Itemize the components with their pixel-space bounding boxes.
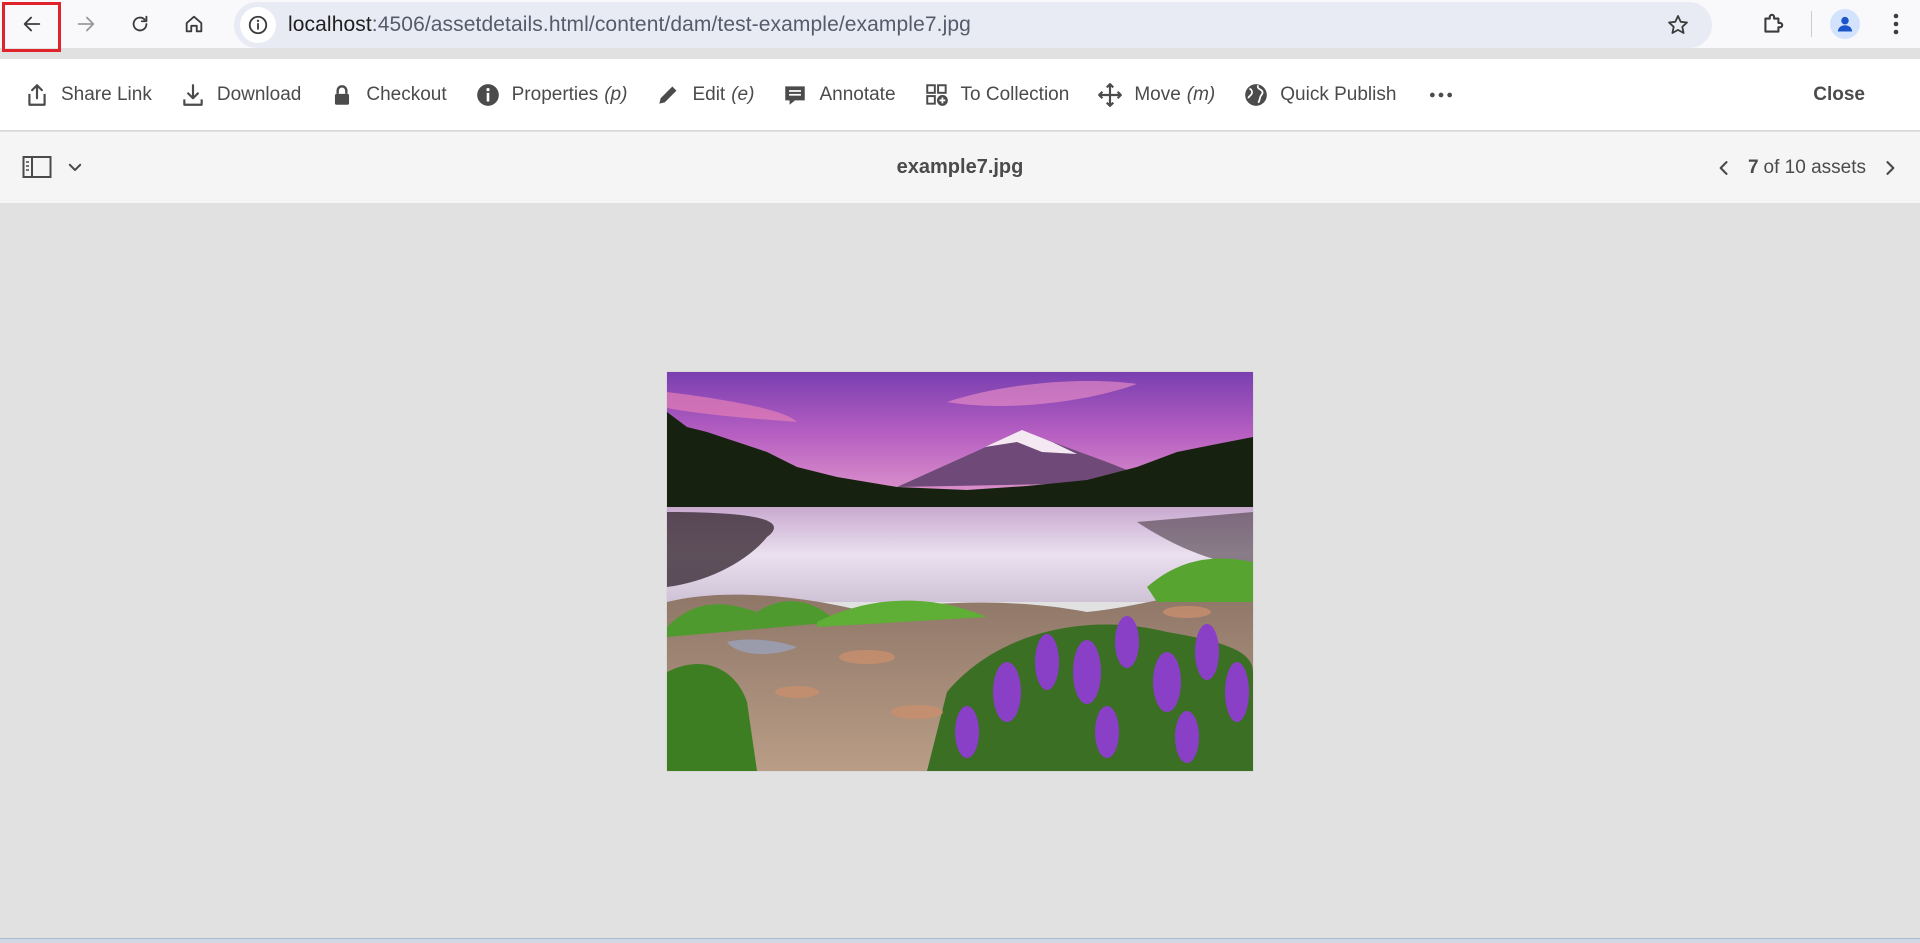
home-button[interactable] bbox=[172, 2, 216, 46]
move-shortcut: (m) bbox=[1186, 83, 1216, 105]
checkout-label: Checkout bbox=[366, 83, 447, 105]
bookmark-button[interactable] bbox=[1664, 11, 1692, 39]
arrow-left-icon bbox=[23, 16, 41, 32]
move-button[interactable]: Move (m) bbox=[1083, 59, 1229, 131]
extensions-button[interactable] bbox=[1753, 4, 1793, 44]
asset-action-bar: Share Link Download Checkout Properties … bbox=[0, 59, 1920, 131]
close-button[interactable]: Close bbox=[1813, 59, 1865, 131]
address-bar[interactable]: localhost:4506/assetdetails.html/content… bbox=[234, 2, 1712, 48]
profile-button[interactable] bbox=[1830, 9, 1860, 39]
puzzle-icon bbox=[1764, 13, 1784, 33]
forward-button[interactable] bbox=[64, 2, 108, 46]
reload-icon bbox=[132, 15, 148, 32]
person-icon bbox=[1837, 16, 1853, 32]
side-panel-icon bbox=[22, 156, 52, 178]
lock-icon bbox=[335, 84, 350, 105]
landscape-image bbox=[667, 372, 1253, 771]
rail-toggle-button[interactable] bbox=[22, 154, 84, 180]
move-icon bbox=[1098, 82, 1123, 107]
properties-shortcut: (p) bbox=[604, 83, 628, 105]
share-link-label: Share Link bbox=[61, 83, 152, 105]
next-asset-button[interactable] bbox=[1880, 158, 1900, 178]
edit-button[interactable]: Edit (e) bbox=[641, 59, 768, 131]
back-button[interactable] bbox=[10, 2, 54, 46]
chevron-right-icon bbox=[1886, 160, 1895, 175]
quick-publish-label: Quick Publish bbox=[1280, 83, 1397, 105]
comment-icon bbox=[785, 85, 806, 105]
more-actions-button[interactable] bbox=[1410, 59, 1472, 131]
edit-shortcut: (e) bbox=[731, 83, 755, 105]
globe-icon bbox=[1245, 83, 1268, 106]
properties-label: Properties bbox=[511, 83, 599, 105]
browser-toolbar: localhost:4506/assetdetails.html/content… bbox=[0, 0, 1920, 48]
to-collection-label: To Collection bbox=[960, 83, 1070, 105]
star-icon bbox=[1668, 15, 1688, 34]
asset-preview-canvas bbox=[0, 203, 1920, 938]
checkout-button[interactable]: Checkout bbox=[315, 59, 460, 131]
info-circle-icon bbox=[476, 83, 499, 106]
quick-publish-button[interactable]: Quick Publish bbox=[1229, 59, 1410, 131]
download-label: Download bbox=[216, 83, 302, 105]
collection-add-icon bbox=[925, 83, 948, 106]
kebab-icon bbox=[1893, 13, 1899, 35]
reload-button[interactable] bbox=[118, 2, 162, 46]
download-button[interactable]: Download bbox=[166, 59, 316, 131]
annotate-label: Annotate bbox=[819, 83, 896, 105]
asset-pager: 7 of 10 assets bbox=[1714, 132, 1900, 203]
to-collection-button[interactable]: To Collection bbox=[910, 59, 1084, 131]
toolbar-divider bbox=[1811, 11, 1812, 37]
chevron-left-icon bbox=[1719, 160, 1728, 175]
chevron-down-icon bbox=[68, 163, 82, 171]
url-host: localhost bbox=[288, 13, 372, 36]
more-horizontal-icon bbox=[1430, 92, 1453, 97]
edit-label: Edit bbox=[692, 83, 726, 105]
share-link-button[interactable]: Share Link bbox=[0, 59, 166, 131]
browser-menu-button[interactable] bbox=[1886, 4, 1906, 44]
move-label: Move bbox=[1134, 83, 1181, 105]
share-icon bbox=[28, 83, 46, 106]
home-icon bbox=[185, 15, 203, 33]
page-bottom-edge bbox=[0, 938, 1920, 943]
asset-total: of 10 assets bbox=[1763, 156, 1866, 178]
asset-index: 7 bbox=[1747, 156, 1759, 178]
info-icon[interactable] bbox=[240, 7, 276, 43]
url-path: :4506/assetdetails.html/content/dam/test… bbox=[371, 13, 971, 36]
url-text: localhost:4506/assetdetails.html/content… bbox=[288, 13, 971, 37]
asset-title-bar: example7.jpg 7 of 10 assets bbox=[0, 132, 1920, 203]
asset-preview-image[interactable] bbox=[667, 372, 1253, 771]
properties-button[interactable]: Properties (p) bbox=[461, 59, 642, 131]
annotate-button[interactable]: Annotate bbox=[768, 59, 909, 131]
arrow-right-icon bbox=[77, 16, 95, 32]
download-icon bbox=[183, 83, 203, 106]
asset-title: example7.jpg bbox=[896, 156, 1024, 178]
previous-asset-button[interactable] bbox=[1714, 158, 1734, 178]
pencil-icon bbox=[659, 86, 677, 104]
